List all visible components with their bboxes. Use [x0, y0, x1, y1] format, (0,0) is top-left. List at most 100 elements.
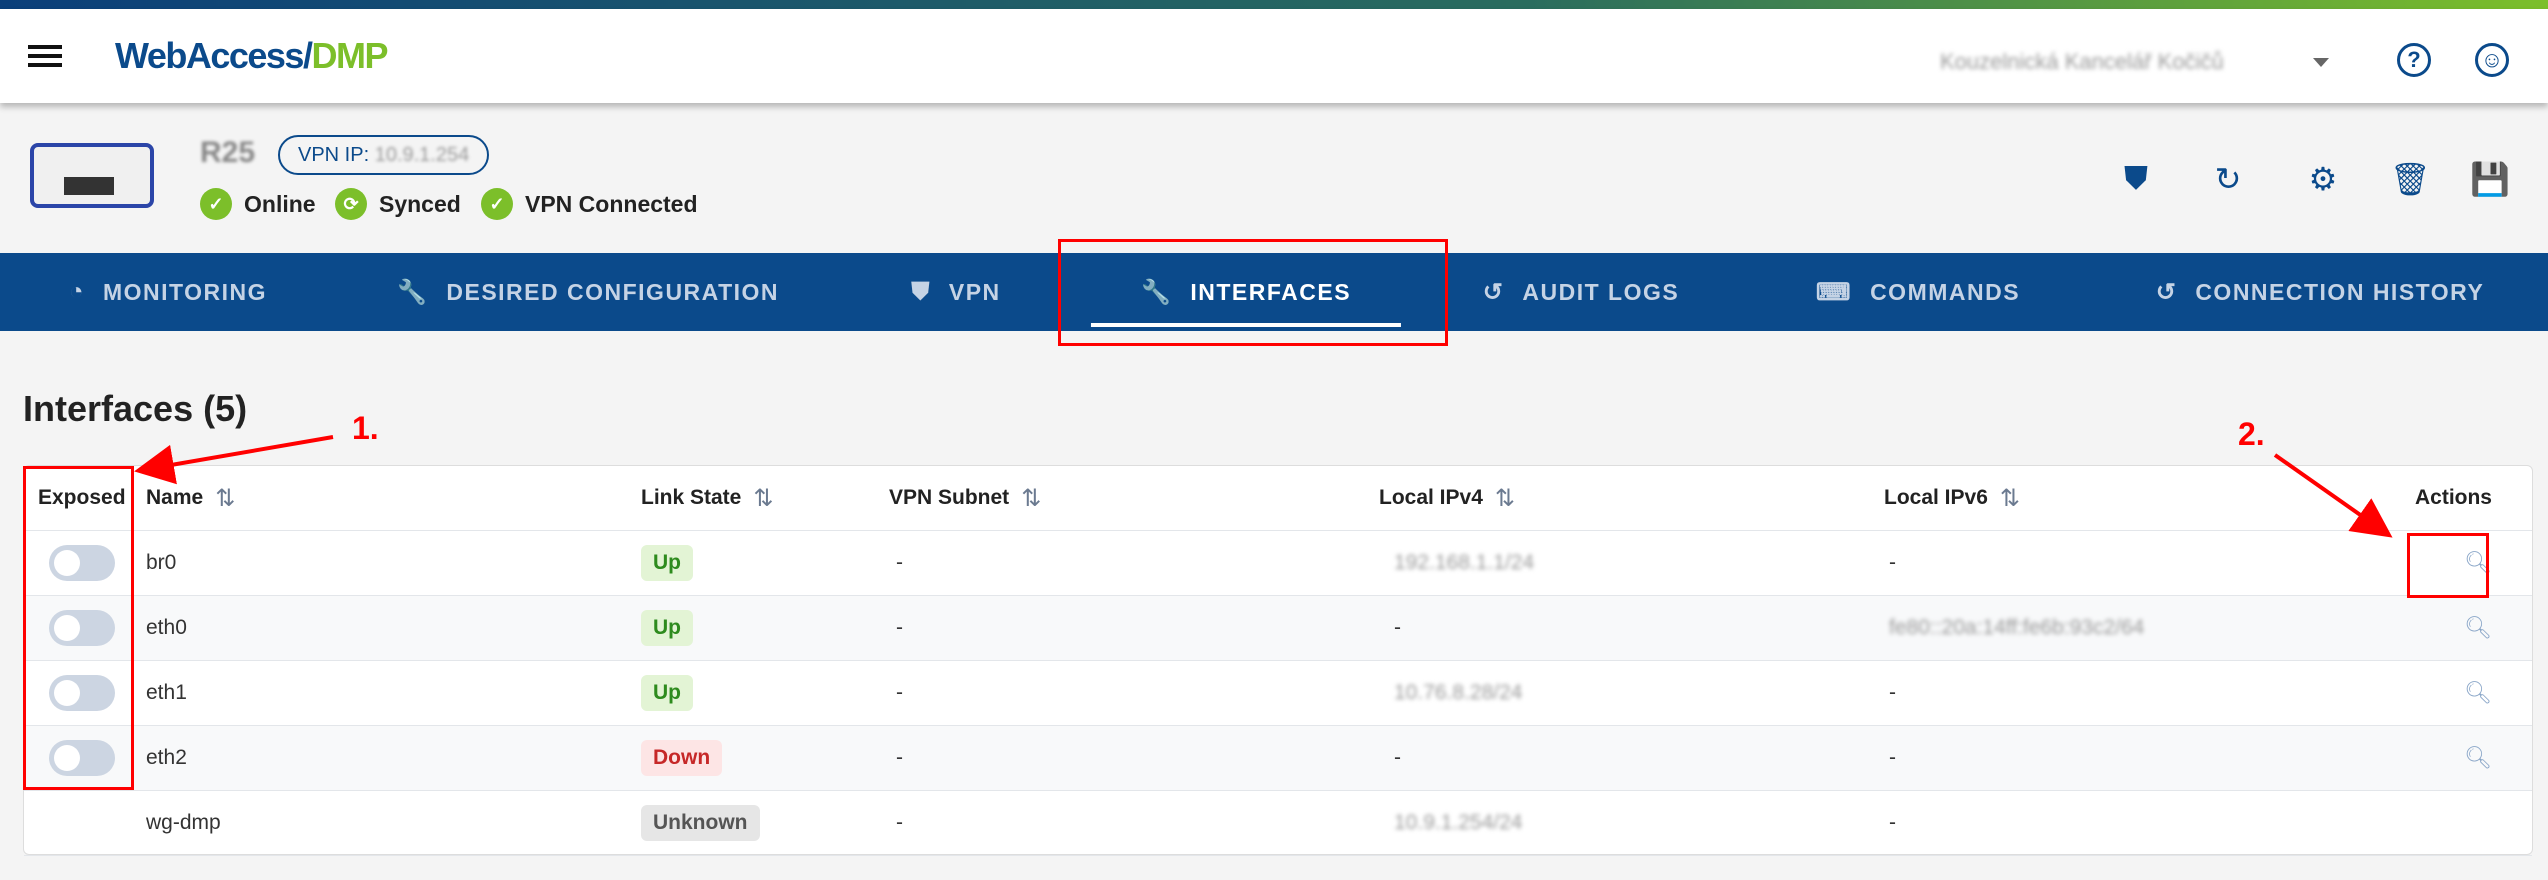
ipv6-cell: -	[1889, 681, 1896, 704]
status-badge: Up	[641, 675, 693, 711]
table-row: eth2 Down - - - 🔍︎	[24, 726, 2532, 791]
tab-label: DESIRED CONFIGURATION	[446, 278, 780, 305]
status-online: ✓ Online	[200, 188, 316, 220]
chevron-down-icon[interactable]	[2313, 58, 2329, 75]
vpn-subnet-cell: -	[896, 616, 903, 639]
vpn-subnet-cell: -	[896, 811, 903, 834]
logo[interactable]: WebAccess/DMP	[115, 35, 388, 77]
tab-connection-history[interactable]: ↺ CONNECTION HISTORY	[2156, 253, 2485, 331]
col-name[interactable]: Name ⇅	[146, 466, 235, 530]
wrench-icon: 🔧	[396, 278, 429, 306]
sort-icon[interactable]: ⇅	[215, 484, 235, 513]
vpn-ip-label: VPN IP:	[298, 144, 370, 166]
annotation-box-exposed	[23, 466, 134, 790]
name-cell: eth2	[146, 746, 187, 769]
terminal-icon: ⌨	[1815, 278, 1853, 306]
actions-cell: 🔍︎	[2464, 596, 2492, 660]
app-header: WebAccess/DMP Kouzelnická Kancelář Kočič…	[0, 9, 2548, 103]
vpn-subnet-cell: -	[896, 551, 903, 574]
annotation-box-interfaces-tab	[1058, 239, 1448, 346]
search-icon[interactable]: 🔍︎	[2464, 680, 2492, 706]
name-cell: eth0	[146, 616, 187, 639]
vpn-ip-value: 10.9.1.254	[374, 144, 470, 166]
ipv4-cell: 192.168.1.1/24	[1394, 551, 1535, 574]
save-export-icon[interactable]: 💾	[2470, 160, 2510, 200]
tab-label: VPN	[948, 278, 1001, 305]
organization-select[interactable]: Kouzelnická Kancelář Kočičů	[1940, 49, 2224, 75]
search-icon[interactable]: 🔍︎	[2464, 615, 2492, 641]
pie-chart-icon: ◔	[68, 278, 85, 305]
vpn-link-shield-icon[interactable]: ⛊	[2118, 160, 2154, 200]
help-icon[interactable]: ?	[2397, 43, 2431, 77]
col-local-ipv6[interactable]: Local IPv6 ⇅	[1884, 466, 2020, 530]
table-row: wg-dmp Unknown - 10.9.1.254/24 -	[24, 791, 2532, 856]
col-label: Local IPv4	[1379, 486, 1483, 509]
tab-desired-configuration[interactable]: 🔧 DESIRED CONFIGURATION	[397, 253, 779, 331]
shield-icon: ⛊	[911, 278, 931, 305]
vpn-subnet-cell: -	[896, 681, 903, 704]
status-synced: ⟳ Synced	[335, 188, 461, 220]
sort-icon[interactable]: ⇅	[1021, 484, 1041, 513]
vpn-subnet-cell: -	[896, 746, 903, 769]
delete-icon[interactable]: 🗑	[2390, 160, 2431, 200]
status-badge: Unknown	[641, 805, 760, 841]
annotation-label-2: 2.	[2238, 416, 2265, 452]
check-icon: ✓	[200, 188, 232, 220]
page-title: Interfaces (5)	[23, 388, 248, 429]
sort-icon[interactable]: ⇅	[2000, 484, 2020, 513]
config-settings-icon[interactable]: ⚙	[2305, 160, 2341, 200]
link-state-cell: Unknown	[641, 791, 760, 855]
annotation-label-1: 1.	[352, 410, 379, 446]
menu-icon[interactable]	[28, 45, 62, 67]
check-icon: ✓	[481, 188, 513, 220]
search-icon[interactable]: 🔍︎	[2464, 745, 2492, 771]
device-name: R25	[200, 136, 256, 169]
actions-cell: 🔍︎	[2464, 661, 2492, 725]
col-actions: Actions	[2414, 486, 2492, 509]
interfaces-table: Exposed Name ⇅ Link State ⇅ VPN Subnet ⇅ Lo…	[23, 465, 2533, 856]
ipv4-cell: 10.9.1.254/24	[1394, 811, 1523, 834]
col-link-state[interactable]: Link State ⇅	[641, 466, 773, 530]
status-label: Synced	[379, 190, 461, 217]
ipv6-cell: -	[1889, 551, 1896, 574]
logo-main: WebAccess/	[115, 35, 313, 76]
tab-label: MONITORING	[102, 278, 268, 305]
top-accent-bar	[0, 0, 2548, 9]
device-image	[30, 143, 154, 208]
sort-icon[interactable]: ⇅	[1495, 484, 1515, 513]
name-cell: br0	[146, 551, 177, 574]
tab-commands[interactable]: ⌨ COMMANDS	[1816, 253, 2020, 331]
ipv4-cell: -	[1394, 616, 1401, 639]
table-row: br0 Up -192.168.1.1/24- 🔍︎	[24, 531, 2532, 596]
restart-icon[interactable]: ↻	[2210, 160, 2246, 200]
vpn-ip-chip: VPN IP: 10.9.1.254	[278, 135, 490, 175]
status-badge: Up	[641, 610, 693, 646]
status-badge: Down	[641, 740, 723, 776]
ipv6-cell: -	[1889, 746, 1896, 769]
table-header: Exposed Name ⇅ Link State ⇅ VPN Subnet ⇅ Lo…	[24, 466, 2532, 531]
col-label: VPN Subnet	[889, 486, 1010, 509]
annotation-box-action	[2407, 533, 2489, 598]
status-label: VPN Connected	[525, 190, 698, 217]
ipv6-cell: fe80::20a:14ff:fe6b:93c2/64	[1889, 616, 2145, 639]
ipv4-cell: 10.76.8.28/24	[1394, 681, 1523, 704]
account-icon[interactable]: ☺	[2475, 43, 2509, 77]
col-label: Name	[146, 486, 204, 509]
history-icon: ↺	[1482, 278, 1505, 306]
tab-label: AUDIT LOGS	[1522, 278, 1680, 305]
table-row: eth0 Up - - fe80::20a:14ff:fe6b:93c2/64 🔍︎	[24, 596, 2532, 661]
col-vpn-subnet[interactable]: VPN Subnet ⇅	[889, 466, 1041, 530]
history-icon: ↺	[2155, 278, 2178, 306]
tab-audit-logs[interactable]: ↺ AUDIT LOGS	[1483, 253, 1679, 331]
name-cell: wg-dmp	[146, 811, 221, 834]
link-state-cell: Up	[641, 531, 693, 595]
tab-monitoring[interactable]: ◔ MONITORING	[69, 253, 267, 331]
name-cell: eth1	[146, 681, 187, 704]
link-state-cell: Down	[641, 726, 723, 790]
tab-label: COMMANDS	[1870, 278, 2021, 305]
table-row: eth1 Up - 10.76.8.28/24 - 🔍︎	[24, 661, 2532, 726]
actions-cell: 🔍︎	[2464, 726, 2492, 790]
tab-vpn[interactable]: ⛊ VPN	[911, 253, 1000, 331]
col-local-ipv4[interactable]: Local IPv4 ⇅	[1379, 466, 1515, 530]
sort-icon[interactable]: ⇅	[753, 484, 773, 513]
